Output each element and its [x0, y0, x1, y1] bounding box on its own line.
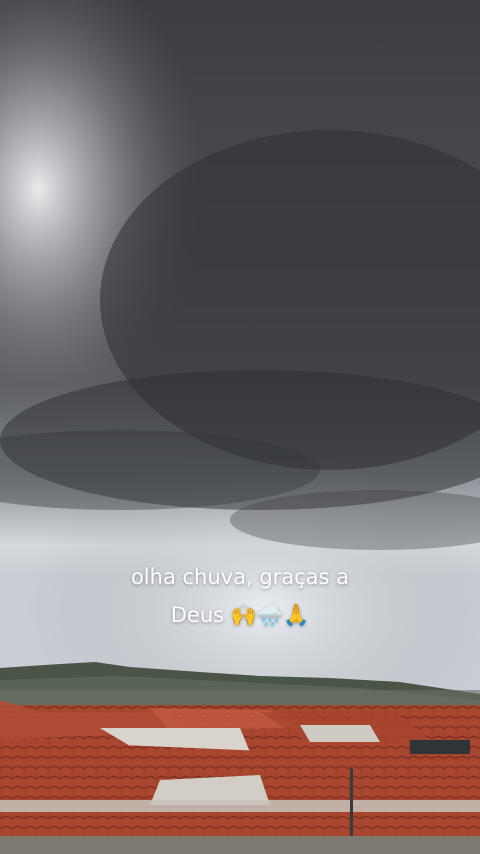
caption-line-2: Deus 🙌🌧️🙏 — [170, 603, 310, 627]
story-caption: olha chuva, graças a Deus 🙌🌧️🙏 — [0, 558, 480, 634]
caption-line-1: olha chuva, graças a — [130, 565, 350, 589]
storm-photo — [0, 0, 480, 854]
